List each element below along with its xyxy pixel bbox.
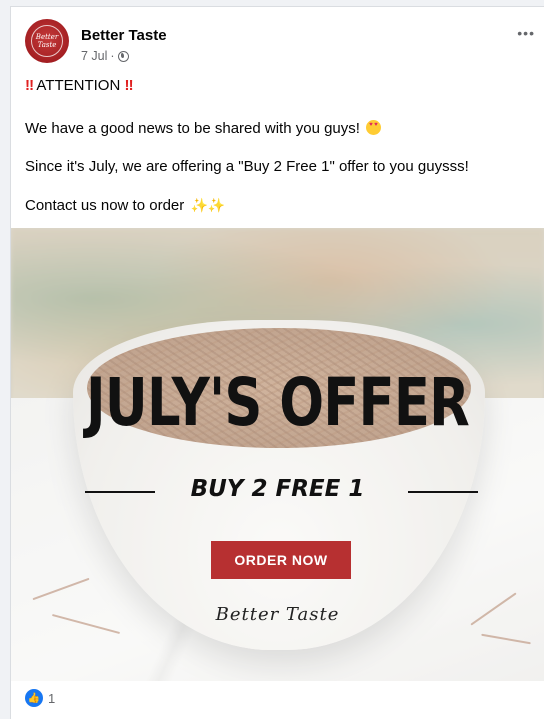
avatar-logo: Better Taste [31,25,63,57]
post-line-2: Since it's July, we are offering a "Buy … [25,158,469,175]
meta-separator: · [110,49,115,63]
reaction-count: 1 [48,690,56,706]
post-date[interactable]: 7 Jul [81,49,107,63]
more-options-icon[interactable]: ••• [517,25,535,41]
attention-line: ‼ ATTENTION ‼ [25,77,134,94]
avatar[interactable]: Better Taste [25,19,69,63]
post-image[interactable]: JULY'S OFFER BUY 2 FREE 1 ORDER NOW Bett… [11,228,544,681]
globe-icon [117,50,129,62]
offer-headline: JULY'S OFFER [86,364,470,441]
post-line-3: Contact us now to order ✨✨ [25,197,225,214]
post-header: Better Taste Better Taste 7 Jul · ••• [25,19,535,69]
brand-signature: Better Taste [215,604,340,625]
offer-subline: BUY 2 FREE 1 [190,476,365,502]
reaction-summary[interactable]: 👍 1 [25,689,55,707]
page-name[interactable]: Better Taste [81,27,167,44]
post-meta: 7 Jul · [81,49,129,63]
sparkles-icon: ✨✨ [190,197,226,213]
double-exclamation-icon: ‼ [25,77,34,94]
post-line-1-text: We have a good news to be shared with yo… [25,120,360,137]
heart-eyes-emoji-icon [366,120,382,135]
order-now-button[interactable]: ORDER NOW [211,541,351,579]
like-icon: 👍 [25,689,43,707]
double-exclamation-icon: ‼ [124,77,133,94]
divider-right [408,491,478,493]
post-card: Better Taste Better Taste 7 Jul · ••• ‼ … [10,6,544,719]
post-line-1: We have a good news to be shared with yo… [25,120,382,137]
post-line-3-text: Contact us now to order [25,197,185,214]
attention-text: ATTENTION [36,77,121,94]
